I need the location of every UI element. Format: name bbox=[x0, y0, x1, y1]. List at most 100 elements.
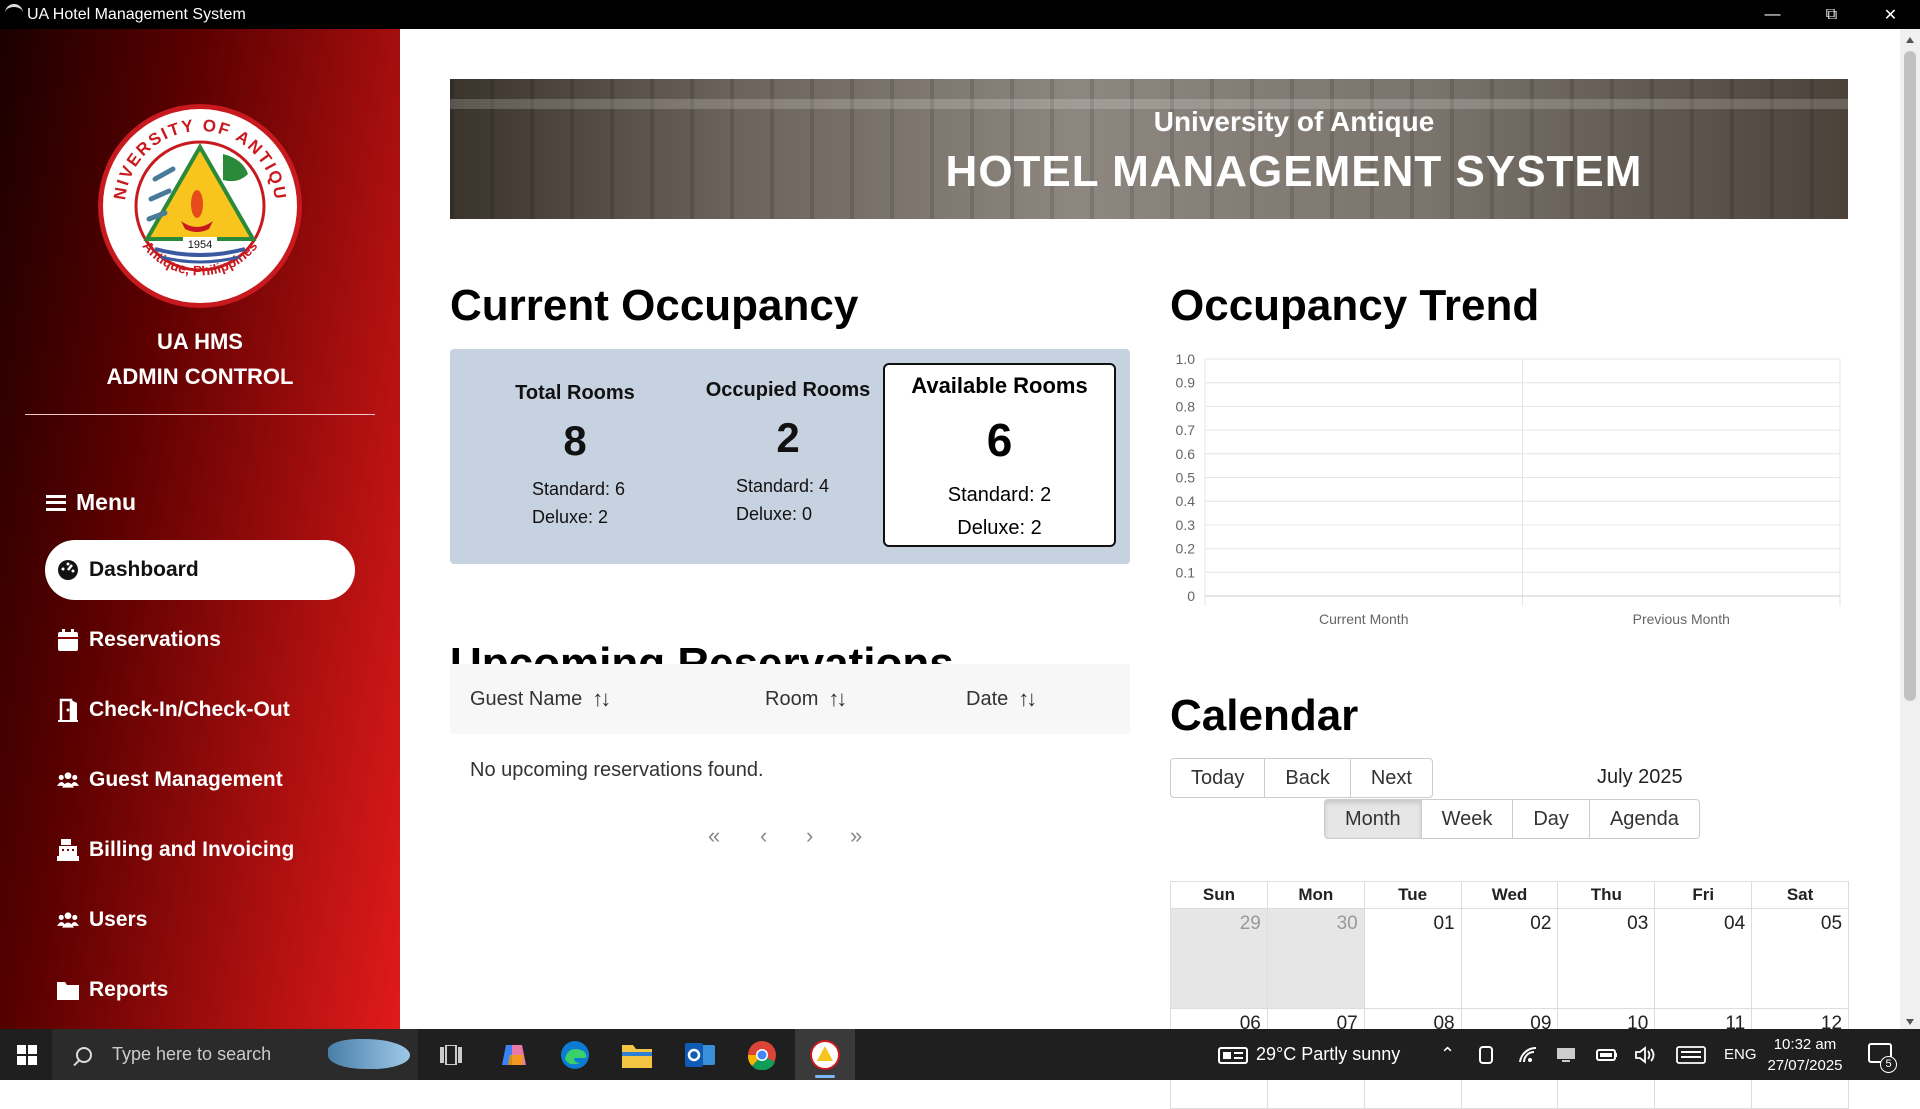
calendar-day-cell[interactable]: 03 bbox=[1557, 909, 1654, 1008]
pager-last-button[interactable]: » bbox=[850, 823, 862, 849]
y-tick-label: 0.4 bbox=[1176, 493, 1196, 509]
copilot-icon[interactable] bbox=[497, 1038, 530, 1071]
edge-icon[interactable] bbox=[558, 1038, 591, 1071]
weather-widget[interactable]: 29°C Partly sunny bbox=[1218, 1029, 1400, 1080]
restore-icon[interactable]: ⧉ bbox=[1802, 0, 1861, 29]
show-hidden-icons-chevron-icon[interactable]: ⌃ bbox=[1440, 1029, 1455, 1080]
taskbar-search-box[interactable]: Type here to search bbox=[52, 1029, 418, 1080]
minimize-icon[interactable]: — bbox=[1743, 0, 1802, 29]
weekday-label: Sun bbox=[1202, 885, 1235, 904]
y-tick-label: 0.6 bbox=[1176, 446, 1196, 462]
dashboard-gauge-icon bbox=[57, 559, 79, 581]
task-view-icon[interactable] bbox=[434, 1038, 467, 1071]
pager-first-button[interactable]: « bbox=[708, 823, 720, 849]
calendar-heading: Calendar bbox=[1170, 691, 1359, 740]
battery-icon[interactable] bbox=[1596, 1029, 1618, 1080]
y-tick-label: 1.0 bbox=[1176, 351, 1196, 367]
menu-toggle[interactable]: Menu bbox=[46, 489, 136, 516]
windows-taskbar: Type here to search 29°C Partly sunny ⌃ bbox=[0, 1029, 1920, 1080]
banner-university-name: University of Antique bbox=[1153, 106, 1435, 137]
occupied-rooms-stat: Occupied Rooms 2 Standard: 4 Deluxe: 0 bbox=[703, 379, 873, 528]
scroll-up-icon[interactable] bbox=[1906, 37, 1914, 43]
scrollbar-thumb[interactable] bbox=[1904, 51, 1916, 701]
calendar-today-button[interactable]: Today bbox=[1170, 758, 1266, 798]
sidebar-item-guest-management[interactable]: Guest Management bbox=[45, 750, 355, 810]
calendar-day-cell[interactable]: 04 bbox=[1654, 909, 1751, 1008]
pager-prev-button[interactable]: ‹ bbox=[760, 823, 767, 849]
users-icon bbox=[57, 909, 79, 931]
sort-icon: ↑↓ bbox=[592, 686, 611, 711]
calendar-day-cell[interactable]: 05 bbox=[1751, 909, 1848, 1008]
wifi-icon[interactable] bbox=[1518, 1029, 1538, 1080]
window-title-bar: UA Hotel Management System — ⧉ ✕ bbox=[0, 0, 1920, 29]
weather-text: 29°C Partly sunny bbox=[1256, 1044, 1401, 1064]
y-tick-label: 0.2 bbox=[1176, 541, 1196, 557]
column-guest-name[interactable]: Guest Name ↑↓ bbox=[470, 686, 611, 712]
door-open-icon bbox=[57, 698, 79, 722]
available-rooms-standard: Standard: 2 bbox=[947, 484, 1052, 506]
meet-now-icon[interactable] bbox=[1478, 1029, 1496, 1080]
calendar-nav-group: Today Back Next bbox=[1170, 758, 1433, 798]
logo-year: 1954 bbox=[188, 239, 212, 251]
calendar-view-day-button[interactable]: Day bbox=[1512, 799, 1590, 839]
calendar-day-cell[interactable]: 30 bbox=[1266, 909, 1364, 1008]
sidebar: UNIVERSITY OF ANTIQUE Antique, Philippin… bbox=[0, 29, 400, 1029]
hero-banner: University of Antique HOTEL MANAGEMENT S… bbox=[450, 79, 1848, 219]
volume-icon[interactable] bbox=[1634, 1029, 1656, 1080]
column-label: Room bbox=[765, 687, 819, 710]
brand-name: UA HMS bbox=[157, 329, 243, 354]
sidebar-item-reservations[interactable]: Reservations bbox=[45, 610, 355, 670]
outlook-icon[interactable] bbox=[683, 1038, 716, 1071]
weekday-label: Fri bbox=[1654, 882, 1751, 908]
weekday-label: Wed bbox=[1460, 882, 1558, 908]
page-scrollbar[interactable] bbox=[1900, 29, 1920, 1029]
scroll-down-icon[interactable] bbox=[1906, 1019, 1914, 1025]
sidebar-item-users[interactable]: Users bbox=[45, 890, 355, 950]
brand-subtitle: ADMIN CONTROL bbox=[106, 364, 294, 389]
sidebar-item-label: Reservations bbox=[89, 628, 221, 651]
calendar-back-button[interactable]: Back bbox=[1264, 758, 1351, 798]
column-label: Date bbox=[966, 687, 1009, 710]
occupancy-summary-card: Total Rooms 8 Standard: 6 Deluxe: 2 Occu… bbox=[450, 349, 1130, 564]
occupied-rooms-standard: Standard: 4 bbox=[736, 476, 830, 496]
sidebar-item-label: Reports bbox=[89, 978, 169, 1001]
cash-register-icon bbox=[57, 839, 79, 861]
taskbar-clock[interactable]: 10:32 am 27/07/2025 bbox=[1760, 1034, 1850, 1076]
file-explorer-icon[interactable] bbox=[620, 1038, 653, 1071]
calendar-view-agenda-button[interactable]: Agenda bbox=[1588, 799, 1700, 839]
sidebar-item-label: Guest Management bbox=[89, 768, 283, 791]
column-date[interactable]: Date ↑↓ bbox=[966, 686, 1037, 712]
calendar-day-cell[interactable]: 29 bbox=[1171, 909, 1267, 1008]
input-language[interactable]: ENG bbox=[1724, 1029, 1757, 1080]
sidebar-item-check-in-check-out[interactable]: Check-In/Check-Out bbox=[45, 680, 355, 740]
close-icon[interactable]: ✕ bbox=[1861, 0, 1920, 29]
ua-hms-app-icon[interactable] bbox=[808, 1038, 841, 1071]
sidebar-divider bbox=[25, 414, 375, 415]
windows-start-icon[interactable] bbox=[17, 1045, 37, 1065]
touch-keyboard-icon[interactable] bbox=[1676, 1029, 1706, 1080]
column-room[interactable]: Room ↑↓ bbox=[765, 686, 847, 712]
x-tick-label: Previous Month bbox=[1633, 611, 1730, 627]
sidebar-item-label: Billing and Invoicing bbox=[89, 838, 295, 861]
reservations-table-header: Guest Name ↑↓ Room ↑↓ Date ↑↓ bbox=[450, 664, 1130, 734]
occupied-rooms-deluxe: Deluxe: 0 bbox=[736, 504, 813, 524]
y-tick-label: 0.5 bbox=[1176, 470, 1196, 486]
sort-icon: ↑↓ bbox=[828, 686, 847, 711]
hamburger-icon bbox=[46, 494, 66, 511]
weekday-label: Sat bbox=[1751, 882, 1848, 908]
sidebar-item-reports[interactable]: Reports bbox=[45, 960, 355, 1020]
chrome-icon[interactable] bbox=[745, 1038, 778, 1071]
occupancy-trend-chart: 0 0.1 0.2 0.3 0.4 0.5 0.6 0.7 0.8 0.9 1.0 Current M… bbox=[1176, 351, 1841, 627]
pager-next-button[interactable]: › bbox=[806, 823, 813, 849]
sidebar-item-billing-invoicing[interactable]: Billing and Invoicing bbox=[45, 820, 355, 880]
calendar-day-cell[interactable]: 02 bbox=[1460, 909, 1558, 1008]
calendar-day-cell[interactable]: 01 bbox=[1363, 909, 1461, 1008]
sidebar-item-dashboard[interactable]: Dashboard bbox=[45, 540, 355, 600]
calendar-view-month-button[interactable]: Month bbox=[1324, 799, 1422, 839]
calendar-next-button[interactable]: Next bbox=[1349, 758, 1433, 798]
sidebar-item-label: Dashboard bbox=[89, 558, 199, 581]
display-icon[interactable] bbox=[1556, 1029, 1576, 1080]
total-rooms-label: Total Rooms bbox=[515, 382, 635, 404]
weekday-label: Thu bbox=[1557, 882, 1654, 908]
calendar-view-week-button[interactable]: Week bbox=[1420, 799, 1514, 839]
